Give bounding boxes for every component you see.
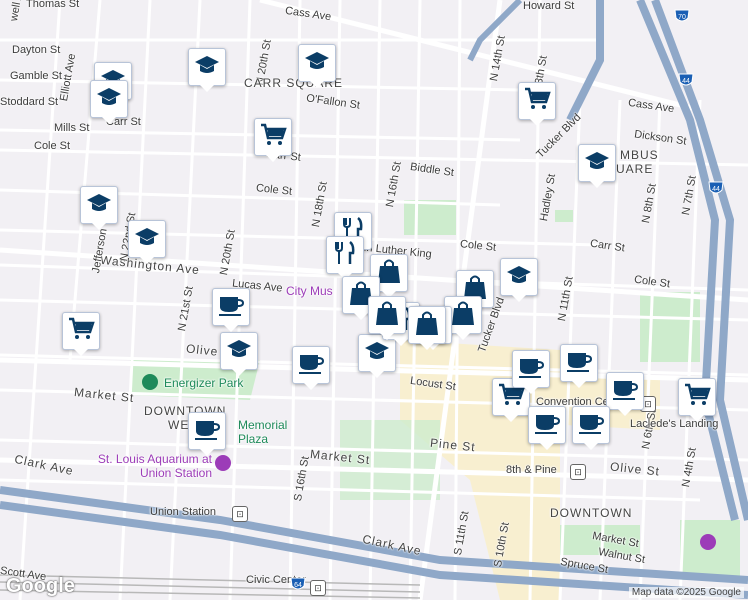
map-pin-cafe[interactable] <box>528 406 566 450</box>
svg-text:64: 64 <box>294 582 302 589</box>
street-label: Thomas St <box>26 0 80 10</box>
landmark-icon[interactable] <box>700 534 716 550</box>
map-pin-cafe[interactable] <box>292 346 330 390</box>
cart-icon <box>683 381 711 414</box>
school-icon <box>193 51 221 84</box>
map-pin-school[interactable] <box>90 80 128 124</box>
street-label: Cole St <box>34 140 71 152</box>
school-icon <box>225 335 253 368</box>
school-icon <box>363 337 391 370</box>
interstate-shield-70: 70 <box>674 9 690 22</box>
cart-icon <box>523 85 551 118</box>
map-pin-cart[interactable] <box>678 378 716 422</box>
map-pin-school[interactable] <box>500 258 538 302</box>
street-label: Howard St <box>523 0 575 12</box>
map-pin-cafe[interactable] <box>512 350 550 394</box>
area-label: DOWNTOWN <box>550 506 633 520</box>
school-icon <box>505 261 533 294</box>
map-pin-cafe[interactable] <box>560 344 598 388</box>
cafe-icon <box>533 409 561 442</box>
cafe-icon <box>611 375 639 408</box>
cafe-icon <box>517 353 545 386</box>
transit-station-icon[interactable]: ⊡ <box>310 580 326 596</box>
street-label: Union Station <box>150 506 217 518</box>
school-icon <box>95 83 123 116</box>
interstate-shield-64: 64 <box>290 577 306 590</box>
map-pin-school[interactable] <box>128 220 166 264</box>
map-pin-restaurant[interactable] <box>326 236 364 280</box>
bag-icon <box>373 299 401 332</box>
map-pin-cafe[interactable] <box>188 412 226 456</box>
street-label: Gamble St <box>10 70 62 82</box>
map-pin-cart[interactable] <box>254 118 292 162</box>
map-pin-cafe[interactable] <box>572 406 610 450</box>
map-pin-bag[interactable] <box>368 296 406 340</box>
bag-icon <box>413 309 441 342</box>
transit-station-icon[interactable]: ⊡ <box>232 506 248 522</box>
svg-text:44: 44 <box>682 78 690 85</box>
map-pin-cart[interactable] <box>518 82 556 126</box>
map-pin-school[interactable] <box>188 48 226 92</box>
map-pin-cafe[interactable] <box>606 372 644 416</box>
cafe-icon <box>565 347 593 380</box>
area-label: MBUS <box>620 148 659 162</box>
cart-icon <box>67 315 95 348</box>
map-pin-cafe[interactable] <box>212 288 250 332</box>
street-label: 8th & Pine <box>506 464 557 476</box>
street-label: Dayton St <box>12 44 61 56</box>
street-label: Laclede's Landing <box>630 418 719 430</box>
area-label: WE <box>168 418 190 432</box>
map-pin-school[interactable] <box>80 186 118 230</box>
school-icon <box>85 189 113 222</box>
restaurant-icon <box>331 239 359 272</box>
interstate-shield-44: 44 <box>678 73 694 86</box>
street-label: Mills St <box>54 122 90 134</box>
interstate-shield-44: 44 <box>708 181 724 194</box>
cafe-icon <box>297 349 325 382</box>
cafe-icon <box>217 291 245 324</box>
poi-label-city-museum[interactable]: City Mus <box>286 284 333 298</box>
area-label: UARE <box>616 162 654 176</box>
map-pin-school[interactable] <box>298 44 336 88</box>
svg-text:70: 70 <box>678 14 686 21</box>
map-pin-school[interactable] <box>220 332 258 376</box>
school-icon <box>133 223 161 256</box>
cafe-icon <box>577 409 605 442</box>
school-icon <box>303 47 331 80</box>
poi-label-energizer-park[interactable]: Energizer Park <box>164 376 243 390</box>
attraction-icon[interactable] <box>215 455 231 471</box>
bag-icon <box>449 299 477 332</box>
map-attribution[interactable]: Map data ©2025 Google <box>628 587 744 598</box>
cafe-icon <box>193 415 221 448</box>
street-label: Stoddard St <box>0 96 59 108</box>
cart-icon <box>259 121 287 154</box>
map-pin-cart[interactable] <box>62 312 100 356</box>
school-icon <box>583 147 611 180</box>
map-pin-school[interactable] <box>578 144 616 188</box>
park-icon[interactable] <box>142 374 158 390</box>
map-pin-bag[interactable] <box>408 306 446 350</box>
transit-station-icon[interactable]: ⊡ <box>570 464 586 480</box>
svg-text:44: 44 <box>712 186 720 193</box>
google-logo: Google <box>6 575 75 597</box>
poi-label-aquarium[interactable]: St. Louis Aquarium at Union Station <box>92 452 212 480</box>
poi-label-memorial-plaza[interactable]: Memorial Plaza <box>238 418 298 446</box>
